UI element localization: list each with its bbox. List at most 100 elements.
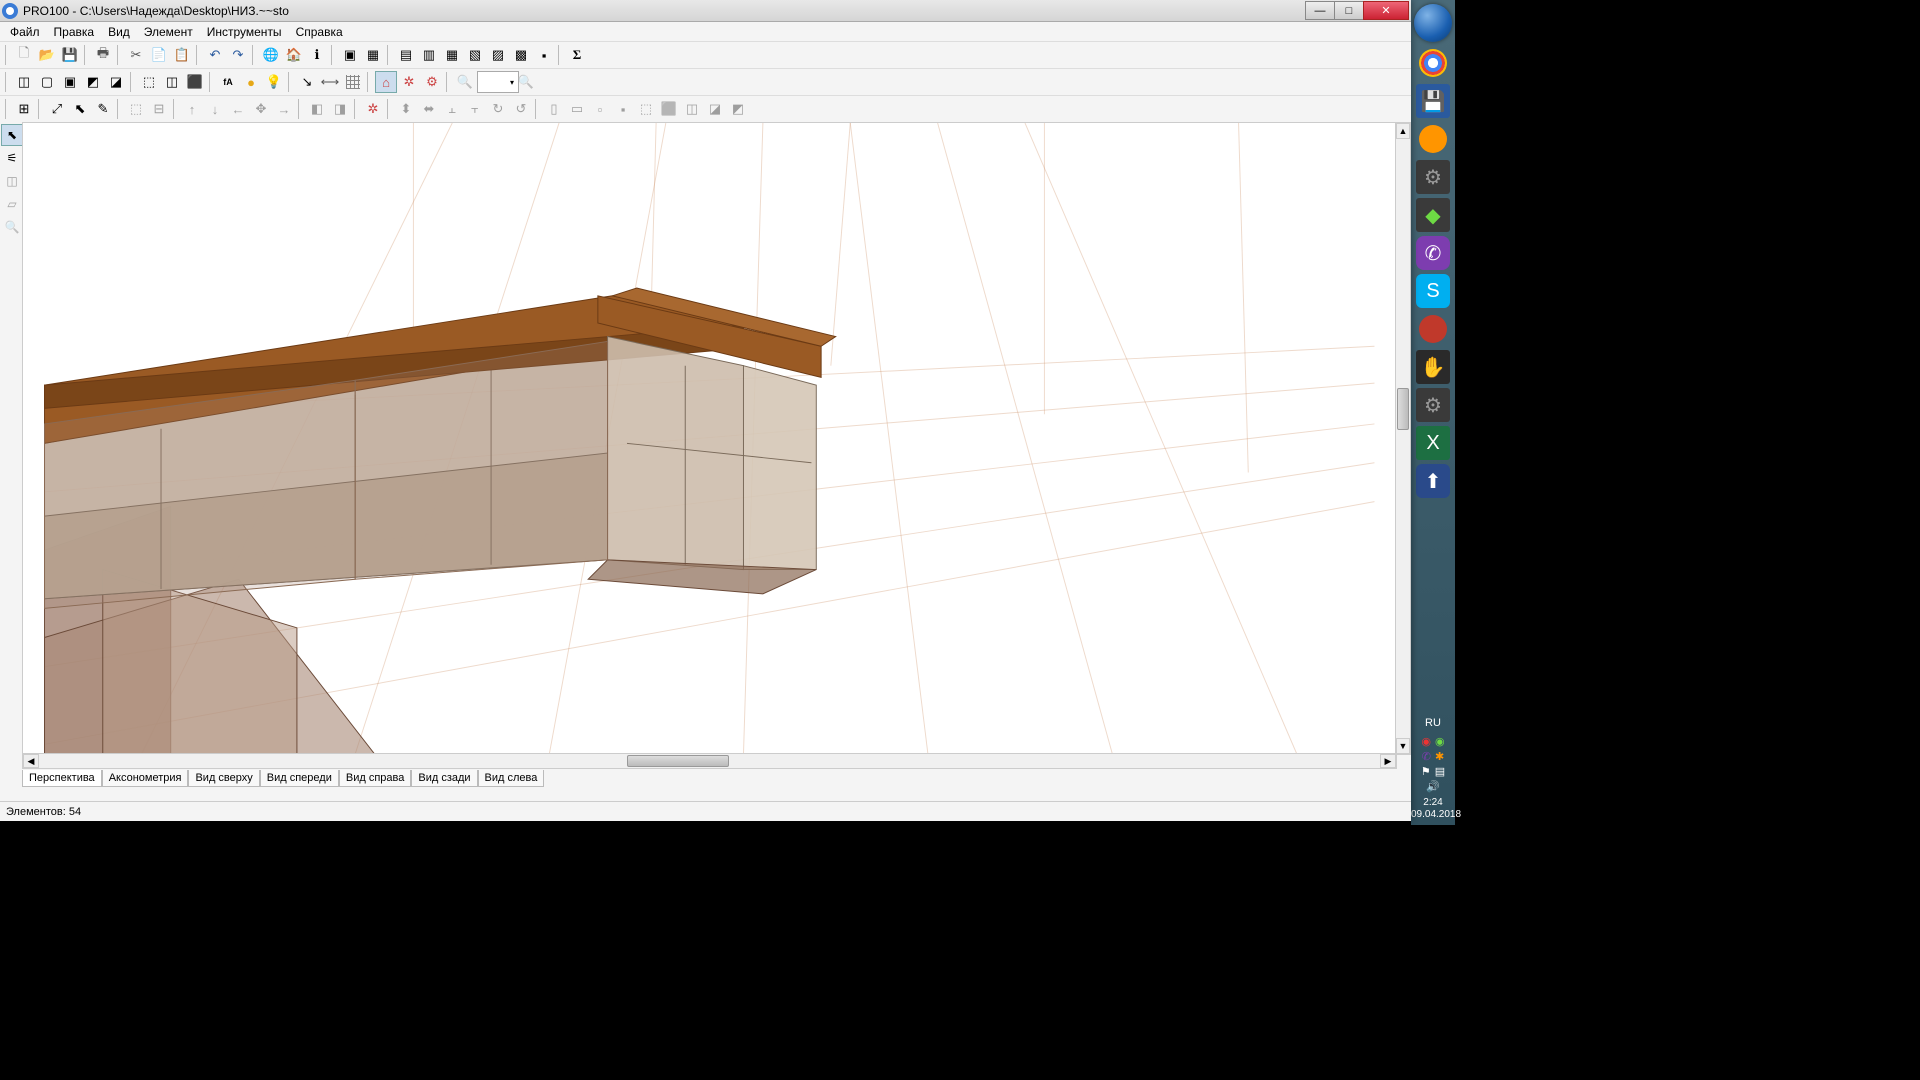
refresh-button[interactable]: ✲ [362,98,384,120]
taskbar-sims-icon[interactable]: ◆ [1416,198,1450,232]
arrow-button[interactable]: ↘ [296,71,318,93]
copy-button[interactable]: 📄 [148,44,170,66]
solid-button[interactable]: ◩ [82,71,104,93]
list2-button[interactable]: ▥ [418,44,440,66]
taskbar-app-red-icon[interactable] [1416,312,1450,346]
minimize-button[interactable]: — [1305,1,1335,20]
taskbar-up-icon[interactable]: ⬆ [1416,464,1450,498]
start-button[interactable] [1414,4,1452,42]
viewport-3d[interactable] [22,122,1397,755]
vertical-scrollbar[interactable]: ▲ ▼ [1395,122,1411,755]
tray-network-icon[interactable]: ▤ [1435,765,1445,778]
vscroll-thumb[interactable] [1397,388,1409,430]
tab-right[interactable]: Вид справа [339,770,412,787]
new-button[interactable]: 🗋 [13,44,35,66]
snap-button[interactable]: ⌂ [375,71,397,93]
taskbar-firefox-icon[interactable] [1416,122,1450,156]
scroll-up-button[interactable]: ▲ [1396,123,1410,139]
taskbar-hand-icon[interactable]: ✋ [1416,350,1450,384]
tab-perspective[interactable]: Перспектива [22,770,102,787]
taskbar-excel-icon[interactable]: X [1416,426,1450,460]
sigma-button[interactable]: Σ [566,44,588,66]
move1-button[interactable]: ⤢ [46,98,68,120]
tray-volume-icon[interactable]: 🔊 [1426,780,1440,793]
menu-help[interactable]: Справка [289,23,350,41]
horizontal-scrollbar[interactable]: ◀ ▶ [22,753,1397,769]
grid-button[interactable] [342,71,364,93]
gear-button[interactable]: ⚙ [421,71,443,93]
tab-front[interactable]: Вид спереди [260,770,339,787]
hscroll-thumb[interactable] [627,755,729,767]
taskbar-viber-icon[interactable]: ✆ [1416,236,1450,270]
list4-button[interactable]: ▧ [464,44,486,66]
tab-axonometry[interactable]: Аксонометрия [102,770,189,787]
redo-button[interactable]: ↷ [227,44,249,66]
tray-icon[interactable]: ✆ [1422,750,1431,763]
menu-view[interactable]: Вид [101,23,137,41]
paste-button[interactable]: 📋 [171,44,193,66]
scroll-down-button[interactable]: ▼ [1396,738,1410,754]
list5-button[interactable]: ▨ [487,44,509,66]
undo-button[interactable]: ↶ [204,44,226,66]
list1-button[interactable]: ▤ [395,44,417,66]
taskbar-chrome-icon[interactable] [1416,46,1450,80]
cut-button[interactable]: ✂ [125,44,147,66]
move-center-button: ✥ [250,98,272,120]
box3-button[interactable]: ⬛ [184,71,206,93]
window1-button[interactable]: ▣ [339,44,361,66]
shade1-button[interactable]: ▢ [36,71,58,93]
tray-icon[interactable]: ◉ [1435,735,1445,748]
light-tool[interactable]: ⚟ [1,147,23,169]
home-button[interactable]: 🏠 [283,44,305,66]
grid2-button[interactable]: ⊞ [13,98,35,120]
tray-clock[interactable]: 2:24 09.04.2018 [1411,797,1455,821]
dimension-button[interactable]: ⟷ [319,71,341,93]
scroll-right-button[interactable]: ▶ [1380,754,1396,768]
label-button[interactable]: fA [217,71,239,93]
list6-button[interactable]: ▩ [510,44,532,66]
menu-edit[interactable]: Правка [47,23,102,41]
distr9-button: ◩ [727,98,749,120]
taskbar-save-icon[interactable]: 💾 [1416,84,1450,118]
tray-icon[interactable]: ✱ [1435,750,1444,763]
web-button[interactable]: 🌐 [260,44,282,66]
desktop: 💾 ⚙ ◆ ✆ S ✋ ⚙ X ⬆ RU ◉ ◉ ✆ ✱ ⚑ ▤ 🔊 2:24 09.… [0,0,1455,821]
box1-button[interactable]: ⬚ [138,71,160,93]
menu-tools[interactable]: Инструменты [200,23,289,41]
maximize-button[interactable]: □ [1334,1,1364,20]
menu-element[interactable]: Элемент [137,23,200,41]
light-button[interactable]: 💡 [263,71,285,93]
tab-left[interactable]: Вид слева [478,770,545,787]
wireframe-button[interactable]: ◫ [13,71,35,93]
status-elements-label: Элементов: [6,806,66,818]
tray-icon[interactable]: ◉ [1421,735,1431,748]
taskbar-skype-icon[interactable]: S [1416,274,1450,308]
print-button[interactable]: 🖶 [92,44,114,66]
edit1-button[interactable]: ✎ [92,98,114,120]
titlebar[interactable]: PRO100 - C:\Users\Надежда\Desktop\НИЗ.~~… [0,0,1411,22]
solid2-button[interactable]: ◪ [105,71,127,93]
taskbar-wot2-icon[interactable]: ⚙ [1416,388,1450,422]
material-button[interactable]: ● [240,71,262,93]
taskbar-wot-icon[interactable]: ⚙ [1416,160,1450,194]
tray-language[interactable]: RU [1411,717,1455,729]
list7-button[interactable]: ▪ [533,44,555,66]
tab-back[interactable]: Вид сзади [411,770,477,787]
close-button[interactable]: ✕ [1363,1,1409,20]
save-button[interactable]: 💾 [59,44,81,66]
list3-button[interactable]: ▦ [441,44,463,66]
tray-flag-icon[interactable]: ⚑ [1421,765,1431,778]
scroll-left-button[interactable]: ◀ [23,754,39,768]
tab-top[interactable]: Вид сверху [188,770,259,787]
select-button[interactable]: ⬉ [69,98,91,120]
menu-file[interactable]: Файл [3,23,47,41]
open-button[interactable]: 📂 [36,44,58,66]
info-button[interactable]: ℹ [306,44,328,66]
pointer-tool[interactable]: ⬉ [1,124,23,146]
box2-button[interactable]: ◫ [161,71,183,93]
shade2-button[interactable]: ▣ [59,71,81,93]
system-tray: RU ◉ ◉ ✆ ✱ ⚑ ▤ 🔊 2:24 09.04.2018 [1411,711,1455,825]
window2-button[interactable]: ▦ [362,44,384,66]
toolbar-view: ◫ ▢ ▣ ◩ ◪ ⬚ ◫ ⬛ fA ● 💡 ↘ ⟷ ⌂ ✲ ⚙ 🔍 ▾ 🔍 [0,68,1411,95]
target-button[interactable]: ✲ [398,71,420,93]
